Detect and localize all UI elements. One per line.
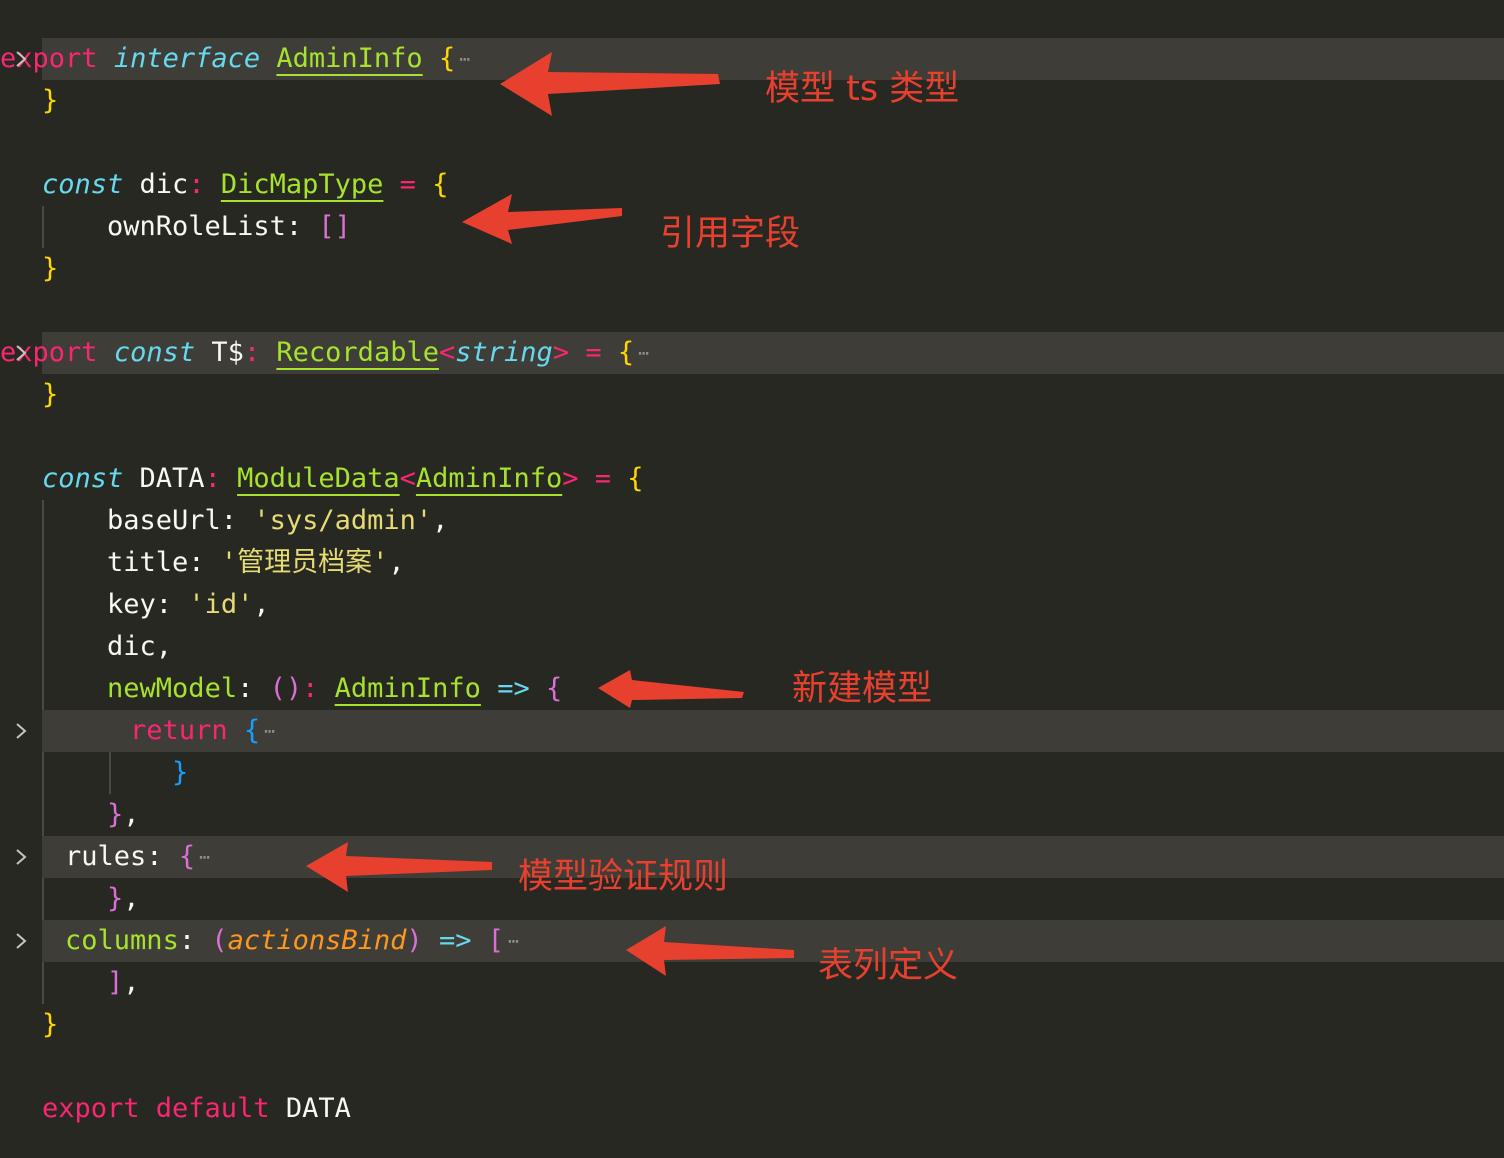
- red-arrow-icon: [306, 52, 794, 976]
